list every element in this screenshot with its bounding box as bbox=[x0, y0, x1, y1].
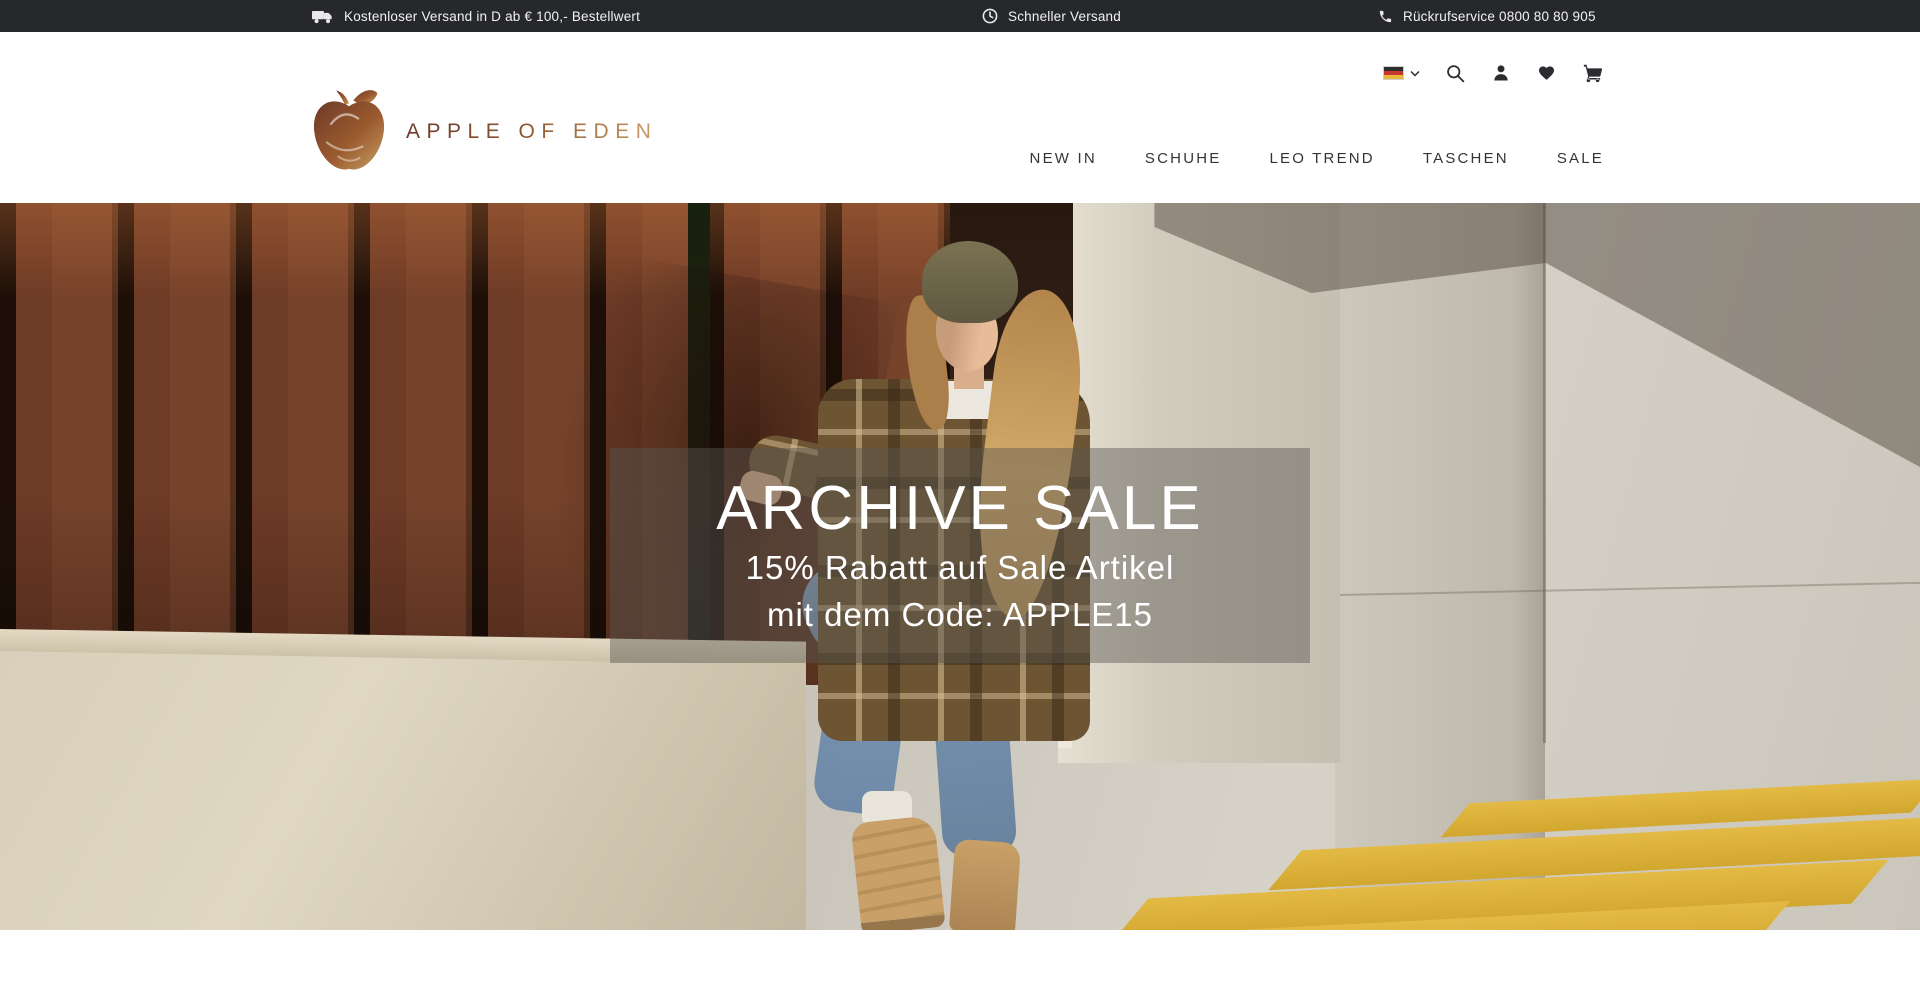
nav-item-taschen[interactable]: TASCHEN bbox=[1423, 150, 1509, 167]
hero-title: ARCHIVE SALE bbox=[716, 476, 1203, 541]
hero-subtitle: 15% Rabatt auf Sale Artikel bbox=[746, 547, 1175, 588]
brand-wordmark: APPLE OF EDEN bbox=[406, 120, 657, 144]
announcement-fast-shipping-text: Schneller Versand bbox=[1008, 9, 1121, 24]
wishlist-heart-icon[interactable] bbox=[1536, 63, 1557, 83]
nav-item-schuhe[interactable]: SCHUHE bbox=[1145, 150, 1222, 167]
truck-icon bbox=[312, 9, 334, 24]
cart-icon[interactable] bbox=[1582, 62, 1604, 84]
main-navigation: NEW IN SCHUHE LEO TREND TASCHEN SALE bbox=[1030, 150, 1604, 167]
nav-item-new-in[interactable]: NEW IN bbox=[1030, 150, 1097, 167]
chevron-down-icon bbox=[1410, 64, 1420, 82]
model-boot-front bbox=[850, 815, 945, 930]
announcement-bar: Kostenloser Versand in D ab € 100,- Best… bbox=[0, 0, 1920, 32]
model-boot-back bbox=[949, 839, 1021, 930]
clock-icon bbox=[982, 8, 998, 24]
announcement-callback: Rückrufservice 0800 80 80 905 bbox=[1378, 0, 1596, 32]
nav-item-sale[interactable]: SALE bbox=[1557, 150, 1604, 167]
hero-wall-corner-line bbox=[1543, 203, 1546, 743]
hero-concrete-bench bbox=[0, 651, 806, 930]
page-bottom-strip bbox=[0, 930, 1920, 993]
model-beanie bbox=[922, 241, 1018, 323]
announcement-callback-text: Rückrufservice 0800 80 80 905 bbox=[1403, 9, 1596, 24]
phone-icon bbox=[1378, 9, 1393, 24]
announcement-shipping-text: Kostenloser Versand in D ab € 100,- Best… bbox=[344, 9, 640, 24]
hero-banner: ARCHIVE SALE 15% Rabatt auf Sale Artikel… bbox=[0, 203, 1920, 930]
account-icon[interactable] bbox=[1491, 63, 1511, 83]
apple-of-eden-logo-icon bbox=[306, 82, 392, 181]
language-selector[interactable] bbox=[1383, 64, 1420, 82]
header-action-icons bbox=[1383, 62, 1604, 84]
hero-text-overlay: ARCHIVE SALE 15% Rabatt auf Sale Artikel… bbox=[610, 448, 1310, 663]
nav-item-leo-trend[interactable]: LEO TREND bbox=[1269, 150, 1374, 167]
announcement-shipping: Kostenloser Versand in D ab € 100,- Best… bbox=[312, 0, 640, 32]
brand-logo-link[interactable]: APPLE OF EDEN bbox=[306, 82, 657, 181]
german-flag-icon bbox=[1383, 66, 1404, 80]
site-header: APPLE OF EDEN bbox=[0, 32, 1920, 203]
announcement-fast-shipping: Schneller Versand bbox=[982, 0, 1121, 32]
search-icon[interactable] bbox=[1445, 63, 1466, 84]
hero-promo-code-line: mit dem Code: APPLE15 bbox=[767, 594, 1153, 635]
